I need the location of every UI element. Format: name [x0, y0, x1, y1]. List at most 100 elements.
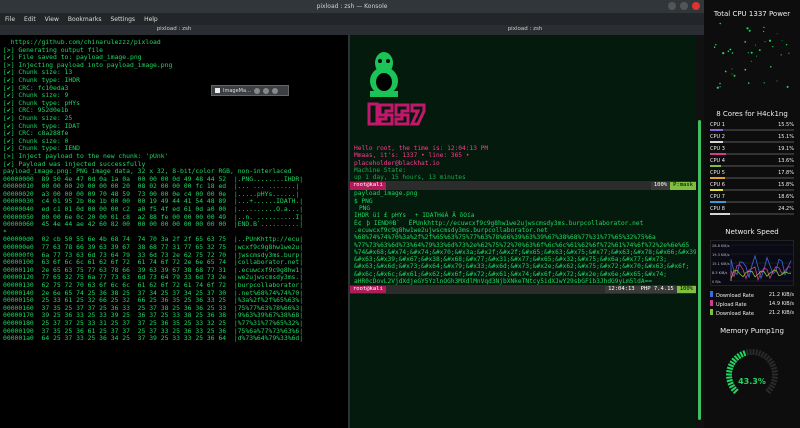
cpu-dot — [768, 39, 772, 42]
cpu-value: 17.8% — [778, 170, 794, 176]
cpu-dot — [770, 66, 772, 68]
cpu-row: CPU 8 24.2% — [710, 206, 794, 218]
prompt-path: payload_image.png — [354, 190, 418, 198]
left-pane-title[interactable]: pixload : zsh — [0, 26, 348, 32]
cpu-dot — [746, 27, 749, 30]
popup-close-button[interactable] — [271, 87, 278, 94]
status-percent: 100% — [676, 286, 696, 294]
cpu-value: 24.2% — [778, 206, 794, 212]
cpu-dot — [785, 44, 788, 46]
right-terminal[interactable]: Hello root, the time is: 12:04:13 PM Mma… — [350, 35, 696, 428]
cpu-dot — [715, 44, 717, 46]
cpu-bar — [710, 153, 794, 155]
gauge-tick — [729, 360, 736, 366]
gauge-tick — [726, 366, 734, 371]
cpu-bar-fill — [710, 213, 731, 215]
gauge-tick — [771, 369, 778, 373]
dump-line: %77%73%63%6d%73%64%79%33%6d%73%2e%62%75%… — [354, 241, 690, 249]
cpu-dot — [731, 52, 734, 54]
gauge-tick — [770, 366, 778, 371]
popup-title: ImageMa... — [223, 87, 251, 94]
cpu-dot — [763, 26, 765, 29]
maximize-button[interactable] — [680, 2, 688, 10]
dump-line: IHDR üí £ pHYs + IDATHéÁ Â õOía — [354, 212, 475, 220]
prompt-command: $ PNG — [354, 197, 373, 205]
cpu-dot — [763, 30, 765, 33]
menu-bookmarks[interactable]: Bookmarks — [68, 16, 102, 23]
info-line: Hello root, the time is: 12:04:13 PM — [354, 145, 489, 152]
network-graph: 28.8 KiB/s 19.3 KiB/s 15.1 KiB/s 8.5 KiB/s 0… — [710, 240, 794, 286]
prompt-mask: P:mask — [670, 182, 696, 190]
cpu-activity-graphic — [713, 22, 790, 89]
cpu-bar — [710, 213, 794, 215]
net-tick-label: 28.8 KiB/s — [712, 244, 730, 248]
menu-file[interactable]: File — [5, 16, 15, 23]
gauge-tick — [742, 350, 747, 357]
dump-line: aHR0cDovL2VjdXdjeGY5YzlnOGh3MXdlMnVqd3Nj… — [354, 278, 653, 286]
cpu-dot — [731, 68, 733, 70]
download-row: Download Rate 21.2 KiB/s — [710, 290, 794, 299]
cpu-bar — [710, 201, 794, 203]
cpu-value: 15.1% — [778, 134, 794, 140]
memory-percent: 43.3% — [738, 377, 766, 386]
info-line: Mmaas, it's: 1337 • line: 365 • — [354, 152, 470, 160]
cpu-row: CPU 7 18.6% — [710, 194, 794, 206]
cpu-bar-fill — [710, 153, 727, 155]
cpu-name: CPU 8 — [710, 206, 725, 212]
dump-line: &#x63;&#x39;&#x67;&#x38;&#x68;&#x77;&#x3… — [354, 256, 667, 264]
cpu-value: 15.5% — [778, 122, 794, 128]
cpu-name: CPU 4 — [710, 158, 725, 164]
terminal-line: 00000060 45 4e 44 ae 42 60 82 00 00 00 0… — [3, 220, 304, 229]
cpu-name: CPU 3 — [710, 146, 725, 152]
cpu-dot — [747, 82, 750, 84]
cpu-power-title: Total CPU 1337 Power — [713, 10, 791, 18]
cpu-dot — [755, 44, 757, 46]
scrollbar[interactable] — [696, 35, 704, 428]
imagemagick-popup[interactable]: ImageMa... — [211, 85, 289, 96]
right-pane-title[interactable]: pixload : zsh — [350, 26, 700, 32]
cpu-row: CPU 3 19.1% — [710, 146, 794, 158]
popup-minimize-button[interactable] — [253, 87, 260, 94]
prompt-bar-2: root@kali 12:04:13 PHP 7.4.15 100% — [350, 285, 696, 295]
cpu-bar — [710, 165, 794, 167]
net-tick-label: 8.5 KiB/s — [712, 271, 728, 275]
prompt-user: root@kali — [350, 182, 386, 190]
cpu-dot — [756, 55, 758, 57]
cpu-bar — [710, 189, 794, 191]
download-label: Download Rate — [716, 292, 754, 299]
scrollbar-thumb[interactable] — [698, 120, 701, 420]
cpu-dot — [776, 33, 778, 35]
network-legend: Download Rate 21.2 KiB/s Upload Rate 14.9 … — [710, 290, 794, 317]
popup-maximize-button[interactable] — [262, 87, 269, 94]
tux-logo — [367, 52, 426, 126]
dump-line: &#x6c;&#x6c;&#x61;&#x62;&#x6f;&#x72;&#x6… — [354, 270, 667, 278]
info-line: Machine State: — [354, 166, 407, 174]
upload-value: 14.9 KiB/s — [768, 300, 794, 307]
menu-edit[interactable]: Edit — [24, 16, 36, 23]
minimize-button[interactable] — [668, 2, 676, 10]
cpu-row: CPU 4 13.6% — [710, 158, 794, 170]
menu-help[interactable]: Help — [144, 16, 158, 23]
cpu-dot — [764, 41, 766, 43]
close-button[interactable] — [692, 2, 700, 10]
dump-line: È¢þ IEND®B` ËPUnkhttp://ecuwcxf9c9g8hw… — [354, 219, 644, 227]
window-title: pixload : zsh — Konsole — [316, 3, 388, 10]
gauge-tick — [731, 357, 738, 363]
left-terminal[interactable]: https://github.com/chinarulezzz/pixload[… — [0, 35, 348, 428]
menu-view[interactable]: View — [45, 16, 59, 23]
gauge-tick — [726, 369, 733, 373]
cpu-dot — [744, 41, 747, 43]
cpu-dot — [744, 68, 747, 71]
menu-settings[interactable]: Settings — [110, 16, 135, 23]
cpu-dot — [724, 70, 727, 73]
cpu-dot — [780, 54, 782, 56]
total-row: Download Rate 21.2 KiB/s — [710, 308, 794, 317]
cpu-dot — [747, 52, 749, 54]
cpu-dot — [731, 73, 733, 75]
cpu-dot — [786, 85, 789, 88]
cpu-bar — [710, 129, 794, 131]
gauge-tick — [764, 355, 771, 361]
cpu-dot — [763, 82, 765, 84]
net-tick-label: 19.3 KiB/s — [712, 253, 730, 257]
cpu-value: 18.6% — [778, 194, 794, 200]
